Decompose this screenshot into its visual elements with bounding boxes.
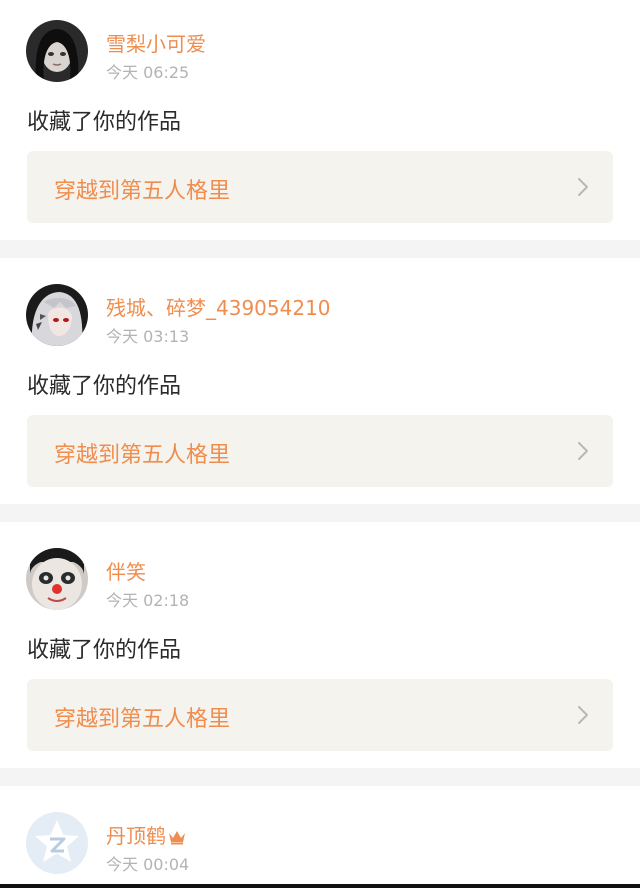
user-avatar[interactable] — [26, 20, 88, 82]
work-link[interactable]: 穿越到第五人格里 — [27, 151, 613, 223]
default-star-avatar-icon — [26, 812, 88, 874]
notification-card: 丹顶鹤 今天 00:04 — [0, 786, 640, 888]
action-text: 收藏了你的作品 — [27, 638, 182, 663]
user-avatar[interactable] — [26, 548, 88, 610]
chevron-right-icon — [578, 178, 588, 196]
username-text: 丹顶鹤 — [106, 824, 166, 848]
username[interactable]: 雪梨小可爱 — [106, 28, 206, 57]
action-text: 收藏了你的作品 — [27, 110, 182, 135]
work-title: 穿越到第五人格里 — [54, 707, 231, 732]
notification-card: 残城、碎梦_439054210 今天 03:13 收藏了你的作品 穿越到第五人格… — [0, 258, 640, 504]
chevron-right-icon — [578, 442, 588, 460]
user-avatar[interactable] — [26, 812, 88, 874]
bottom-edge-bar — [0, 884, 640, 888]
silver-hair-anime-avatar-icon — [26, 284, 88, 346]
dark-hair-avatar-icon — [26, 20, 88, 82]
work-title: 穿越到第五人格里 — [54, 443, 231, 468]
work-title: 穿越到第五人格里 — [54, 179, 231, 204]
username[interactable]: 伴笑 — [106, 556, 146, 585]
username[interactable]: 残城、碎梦_439054210 — [106, 292, 331, 321]
timestamp: 今天 00:04 — [106, 855, 190, 874]
user-avatar[interactable] — [26, 284, 88, 346]
crown-icon — [169, 831, 185, 845]
notification-feed: 雪梨小可爱 今天 06:25 收藏了你的作品 穿越到第五人格里 残城、碎梦_43… — [0, 0, 640, 888]
notification-card: 伴笑 今天 02:18 收藏了你的作品 穿越到第五人格里 — [0, 522, 640, 768]
username[interactable]: 丹顶鹤 — [106, 820, 186, 849]
action-text: 收藏了你的作品 — [27, 374, 182, 399]
timestamp: 今天 06:25 — [106, 63, 190, 82]
timestamp: 今天 02:18 — [106, 591, 190, 610]
chevron-right-icon — [578, 706, 588, 724]
work-link[interactable]: 穿越到第五人格里 — [27, 415, 613, 487]
work-link[interactable]: 穿越到第五人格里 — [27, 679, 613, 751]
timestamp: 今天 03:13 — [106, 327, 190, 346]
clown-face-avatar-icon — [26, 548, 88, 610]
notification-card: 雪梨小可爱 今天 06:25 收藏了你的作品 穿越到第五人格里 — [0, 0, 640, 240]
